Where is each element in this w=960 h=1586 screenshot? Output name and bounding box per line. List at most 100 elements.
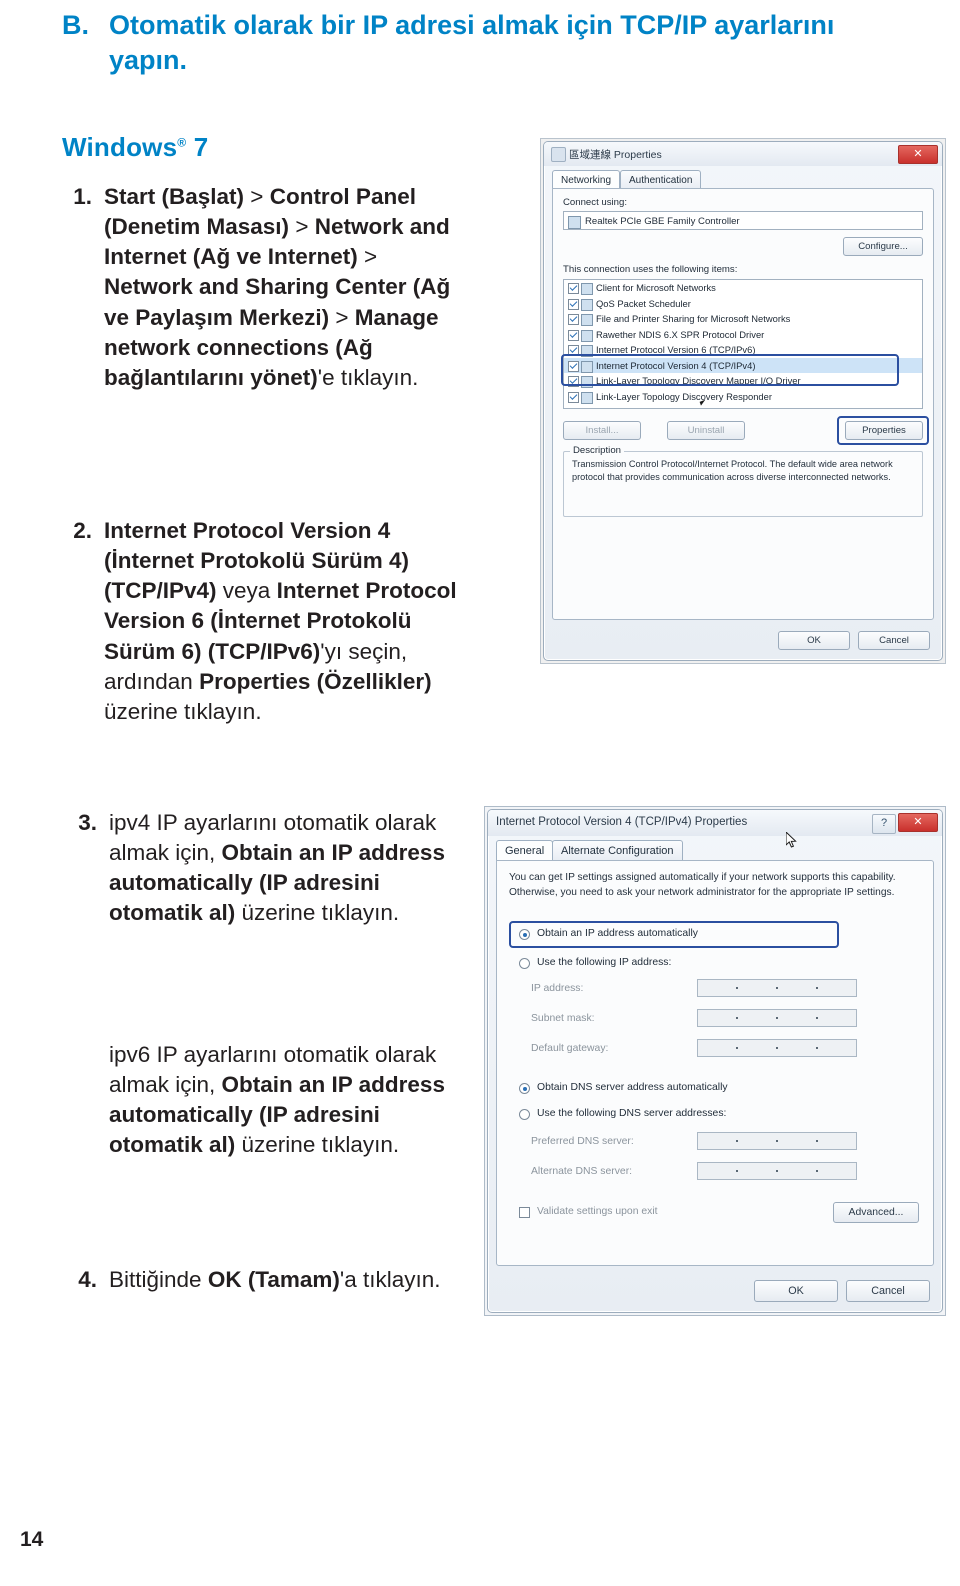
page-number: 14 (20, 1528, 44, 1551)
radio-use-following-ip[interactable] (519, 958, 530, 969)
dialog-titlebar: Internet Protocol Version 4 (TCP/IPv4) P… (488, 810, 942, 836)
subnet-mask-label: Subnet mask: (531, 1013, 595, 1024)
section-heading: B. Otomatik olarak bir IP adresi almak i… (62, 8, 892, 77)
checkbox-icon[interactable] (568, 345, 579, 356)
adapter-icon (568, 216, 581, 229)
configure-button[interactable]: Configure... (843, 237, 923, 256)
step-4-text: Bittiğinde OK (Tamam)'a tıklayın. (109, 1267, 441, 1292)
items-label: This connection uses the following items… (563, 264, 738, 275)
tab-strip: General Alternate Configuration (496, 840, 934, 862)
close-icon[interactable]: ✕ (898, 145, 938, 164)
platform-title: Windows® 7 (62, 132, 208, 163)
install-button[interactable]: Install... (563, 421, 641, 440)
close-icon[interactable]: ✕ (898, 813, 938, 832)
radio-obtain-dns-auto-label: Obtain DNS server address automatically (537, 1082, 728, 1093)
tab-authentication[interactable]: Authentication (620, 170, 702, 190)
properties-button[interactable]: Properties (845, 421, 923, 440)
list-item-label: Link-Layer Topology Discovery Responder (596, 390, 772, 402)
component-icon (581, 391, 593, 404)
validate-settings-label: Validate settings upon exit (537, 1206, 658, 1217)
ok-button[interactable]: OK (754, 1280, 838, 1302)
checkbox-icon[interactable] (568, 314, 579, 325)
networking-panel: Connect using: Realtek PCIe GBE Family C… (552, 188, 934, 620)
default-gateway-input[interactable] (697, 1039, 857, 1057)
list-item-label: Client for Microsoft Networks (596, 282, 716, 293)
list-item-label: Internet Protocol Version 4 (TCP/IPv4) (596, 359, 756, 371)
document-page: B. Otomatik olarak bir IP adresi almak i… (0, 0, 960, 1586)
advanced-button[interactable]: Advanced... (833, 1202, 919, 1223)
general-panel: You can get IP settings assigned automat… (496, 860, 934, 1266)
list-item-label: File and Printer Sharing for Microsoft N… (596, 313, 791, 324)
checkbox-icon[interactable] (568, 391, 579, 403)
list-item[interactable]: Internet Protocol Version 6 (TCP/IPv6) (564, 342, 922, 358)
validate-settings-checkbox[interactable] (519, 1207, 530, 1218)
cancel-button[interactable]: Cancel (858, 631, 930, 650)
alternate-dns-label: Alternate DNS server: (531, 1166, 633, 1177)
cancel-button[interactable]: Cancel (846, 1280, 930, 1302)
components-list[interactable]: Client for Microsoft Networks QoS Packet… (563, 279, 923, 409)
preferred-dns-input[interactable] (697, 1132, 857, 1150)
dialog-titlebar: 區域連線 Properties ✕ (544, 142, 942, 166)
step-3-text: ipv4 IP ayarlarını otomatik olarak almak… (109, 810, 445, 926)
tab-alternate-configuration[interactable]: Alternate Configuration (552, 840, 683, 862)
radio-use-following-dns[interactable] (519, 1109, 530, 1120)
step-3: 3. ipv4 IP ayarlarını otomatik olarak al… (62, 808, 462, 929)
tab-strip: Networking Authentication (552, 170, 934, 190)
radio-obtain-ip-auto-label: Obtain an IP address automatically (537, 928, 698, 939)
step-2-text: Internet Protocol Version 4 (İnternet Pr… (104, 518, 457, 724)
list-item[interactable]: Client for Microsoft Networks (564, 280, 922, 296)
list-item[interactable]: Rawether NDIS 6.X SPR Protocol Driver (564, 327, 922, 343)
checkbox-icon[interactable] (568, 283, 579, 294)
subnet-mask-input[interactable] (697, 1009, 857, 1027)
list-item[interactable]: QoS Packet Scheduler (564, 296, 922, 312)
uninstall-button[interactable]: Uninstall (667, 421, 745, 440)
description-text: Transmission Control Protocol/Internet P… (572, 459, 893, 483)
component-icon (581, 376, 593, 388)
tab-general[interactable]: General (496, 840, 554, 862)
component-icon (581, 314, 593, 326)
tab-networking[interactable]: Networking (552, 170, 621, 190)
dialog-frame: 區域連線 Properties ✕ Networking Authenticat… (543, 141, 943, 661)
radio-use-following-ip-label: Use the following IP address: (537, 957, 672, 968)
dialog-frame: Internet Protocol Version 4 (TCP/IPv4) P… (487, 809, 943, 1313)
radio-use-following-dns-label: Use the following DNS server addresses: (537, 1108, 727, 1119)
screenshot-ipv4-properties: Internet Protocol Version 4 (TCP/IPv4) P… (484, 806, 946, 1316)
checkbox-icon[interactable] (568, 298, 579, 310)
checkbox-icon[interactable] (568, 329, 579, 341)
step-3b-text: ipv6 IP ayarlarını otomatik olarak almak… (109, 1042, 445, 1158)
list-item-label: Internet Protocol Version 6 (TCP/IPv6) (596, 344, 756, 355)
ok-button[interactable]: OK (778, 631, 850, 650)
step-4-number: 4. (78, 1267, 97, 1292)
list-item[interactable]: Link-Layer Topology Discovery Mapper I/O… (564, 373, 922, 389)
section-heading-text: Otomatik olarak bir IP adresi almak için… (109, 10, 835, 75)
step-1-text: Start (Başlat) > Control Panel (Denetim … (104, 184, 451, 390)
step-3-number: 3. (78, 810, 97, 835)
registered-mark: ® (177, 135, 187, 150)
radio-obtain-dns-auto[interactable] (519, 1083, 530, 1094)
list-item[interactable]: File and Printer Sharing for Microsoft N… (564, 311, 922, 327)
description-legend: Description (570, 445, 624, 456)
platform-version: 7 (193, 132, 209, 162)
component-icon (581, 283, 593, 295)
help-icon[interactable]: ? (872, 814, 896, 834)
component-icon (581, 329, 593, 342)
checkbox-icon[interactable] (568, 376, 579, 387)
list-item[interactable]: Internet Protocol Version 4 (TCP/IPv4) (564, 357, 922, 373)
step-2-number: 2. (73, 518, 92, 543)
screenshot-connection-properties: 區域連線 Properties ✕ Networking Authenticat… (540, 138, 946, 664)
section-letter: B. (62, 10, 89, 40)
radio-obtain-ip-auto[interactable] (519, 929, 530, 940)
ip-address-input[interactable] (697, 979, 857, 997)
alternate-dns-input[interactable] (697, 1162, 857, 1180)
intro-text: You can get IP settings assigned automat… (509, 872, 896, 898)
list-item-label: Rawether NDIS 6.X SPR Protocol Driver (596, 328, 765, 340)
list-item[interactable]: Link-Layer Topology Discovery Responder (564, 389, 922, 405)
platform-name: Windows (62, 132, 178, 162)
adapter-field[interactable]: Realtek PCIe GBE Family Controller (563, 211, 923, 230)
ip-address-label: IP address: (531, 983, 584, 994)
checkbox-icon[interactable] (568, 360, 579, 372)
adapter-name: Realtek PCIe GBE Family Controller (585, 216, 740, 227)
default-gateway-label: Default gateway: (531, 1043, 609, 1054)
list-item-label: QoS Packet Scheduler (596, 297, 691, 309)
list-item-label: Link-Layer Topology Discovery Mapper I/O… (596, 375, 801, 386)
